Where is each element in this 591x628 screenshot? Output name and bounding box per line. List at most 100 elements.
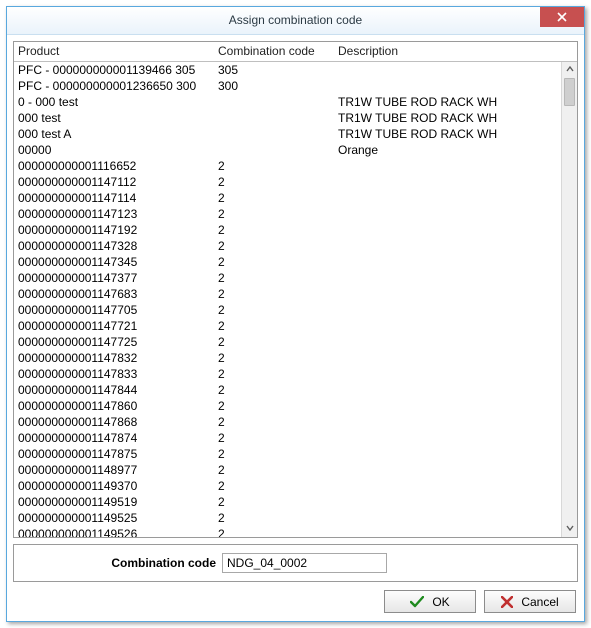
product-grid: Product Combination code Description PFC… (13, 41, 578, 538)
cancel-button-label: Cancel (521, 595, 558, 609)
table-row[interactable]: 0000000000011478742 (14, 430, 561, 446)
table-row[interactable]: 0000000000011166522 (14, 158, 561, 174)
cell-combination-code: 2 (214, 287, 334, 301)
cell-product: 000000000001147192 (14, 223, 214, 237)
cell-combination-code: 2 (214, 495, 334, 509)
ok-button-label: OK (432, 595, 449, 609)
cell-combination-code: 2 (214, 415, 334, 429)
cell-product: 000000000001147874 (14, 431, 214, 445)
table-row[interactable]: 00000Orange (14, 142, 561, 158)
table-row[interactable]: PFC - 000000000001139466 305305 (14, 62, 561, 78)
table-row[interactable]: 0000000000011476832 (14, 286, 561, 302)
cell-combination-code: 300 (214, 79, 334, 93)
cell-product: 000000000001149370 (14, 479, 214, 493)
cell-combination-code: 2 (214, 207, 334, 221)
cell-combination-code: 2 (214, 367, 334, 381)
cell-product: 000000000001147844 (14, 383, 214, 397)
close-icon (557, 12, 567, 22)
table-row[interactable]: 0000000000011478322 (14, 350, 561, 366)
cell-product: 000000000001147123 (14, 207, 214, 221)
grid-body: PFC - 000000000001139466 305305PFC - 000… (14, 62, 577, 537)
vertical-scrollbar[interactable] (561, 62, 577, 537)
cell-combination-code: 2 (214, 223, 334, 237)
cell-product: 000000000001147112 (14, 175, 214, 189)
cell-combination-code: 2 (214, 239, 334, 253)
cell-combination-code: 2 (214, 399, 334, 413)
col-header-description[interactable]: Description (334, 42, 561, 60)
grid-rows-viewport: PFC - 000000000001139466 305305PFC - 000… (14, 62, 561, 537)
table-row[interactable]: 0000000000011478332 (14, 366, 561, 382)
cell-product: 000000000001147705 (14, 303, 214, 317)
cell-combination-code: 2 (214, 159, 334, 173)
table-row[interactable]: 0000000000011478442 (14, 382, 561, 398)
cancel-button[interactable]: Cancel (484, 590, 576, 613)
cell-product: 000000000001147875 (14, 447, 214, 461)
grid-header: Product Combination code Description (14, 42, 577, 62)
cell-product: 000000000001147721 (14, 319, 214, 333)
cell-combination-code: 2 (214, 351, 334, 365)
table-row[interactable]: 0000000000011471122 (14, 174, 561, 190)
col-header-combination-code[interactable]: Combination code (214, 42, 334, 60)
cell-product: 000000000001147725 (14, 335, 214, 349)
table-row[interactable]: 0000000000011473282 (14, 238, 561, 254)
cell-description: Orange (334, 143, 561, 157)
table-row[interactable]: 0000000000011471922 (14, 222, 561, 238)
cell-product: 000000000001147833 (14, 367, 214, 381)
cell-description: TR1W TUBE ROD RACK WH (334, 95, 561, 109)
col-header-product[interactable]: Product (14, 42, 214, 60)
assign-combination-code-window: Assign combination code Product Combinat… (6, 6, 585, 622)
cell-product: 000 test A (14, 127, 214, 141)
cell-combination-code: 2 (214, 255, 334, 269)
scroll-thumb[interactable] (564, 78, 575, 106)
cell-description: TR1W TUBE ROD RACK WH (334, 111, 561, 125)
table-row[interactable]: 0000000000011473772 (14, 270, 561, 286)
table-row[interactable]: 0000000000011471232 (14, 206, 561, 222)
cell-combination-code: 2 (214, 271, 334, 285)
table-row[interactable]: 0000000000011477212 (14, 318, 561, 334)
cell-combination-code: 2 (214, 191, 334, 205)
table-row[interactable]: 000 testTR1W TUBE ROD RACK WH (14, 110, 561, 126)
table-row[interactable]: 0000000000011477252 (14, 334, 561, 350)
table-row[interactable]: 0000000000011478752 (14, 446, 561, 462)
close-button[interactable] (540, 7, 584, 27)
combination-code-label: Combination code (22, 556, 222, 570)
cell-combination-code: 2 (214, 175, 334, 189)
client-area: Product Combination code Description PFC… (7, 35, 584, 621)
table-row[interactable]: 0000000000011495252 (14, 510, 561, 526)
table-row[interactable]: 0000000000011478602 (14, 398, 561, 414)
cell-combination-code: 2 (214, 447, 334, 461)
cell-combination-code: 2 (214, 431, 334, 445)
chevron-up-icon (566, 65, 574, 75)
cell-product: 000000000001149519 (14, 495, 214, 509)
table-row[interactable]: PFC - 000000000001236650 300300 (14, 78, 561, 94)
cell-description: TR1W TUBE ROD RACK WH (334, 127, 561, 141)
table-row[interactable]: 0000000000011495262 (14, 526, 561, 537)
table-row[interactable]: 0000000000011477052 (14, 302, 561, 318)
cell-product: 000000000001149526 (14, 527, 214, 537)
scroll-down-button[interactable] (562, 521, 577, 537)
table-row[interactable]: 0000000000011489772 (14, 462, 561, 478)
table-row[interactable]: 0000000000011493702 (14, 478, 561, 494)
cell-combination-code: 2 (214, 479, 334, 493)
combination-code-input[interactable] (222, 553, 387, 573)
dialog-buttons: OK Cancel (13, 590, 578, 615)
cell-combination-code: 2 (214, 527, 334, 537)
window-title: Assign combination code (229, 13, 362, 27)
cell-combination-code: 305 (214, 63, 334, 77)
cell-product: PFC - 000000000001236650 300 (14, 79, 214, 93)
scroll-up-button[interactable] (562, 62, 577, 78)
ok-button[interactable]: OK (384, 590, 476, 613)
table-row[interactable]: 0 - 000 testTR1W TUBE ROD RACK WH (14, 94, 561, 110)
table-row[interactable]: 000 test A TR1W TUBE ROD RACK WH (14, 126, 561, 142)
cross-icon (501, 596, 513, 608)
cell-product: 000000000001149525 (14, 511, 214, 525)
check-icon (410, 596, 424, 608)
table-row[interactable]: 0000000000011473452 (14, 254, 561, 270)
scroll-track[interactable] (562, 78, 577, 521)
cell-product: 000000000001147377 (14, 271, 214, 285)
table-row[interactable]: 0000000000011471142 (14, 190, 561, 206)
table-row[interactable]: 0000000000011478682 (14, 414, 561, 430)
table-row[interactable]: 0000000000011495192 (14, 494, 561, 510)
cell-product: 000000000001147860 (14, 399, 214, 413)
grid-rows: PFC - 000000000001139466 305305PFC - 000… (14, 62, 561, 537)
